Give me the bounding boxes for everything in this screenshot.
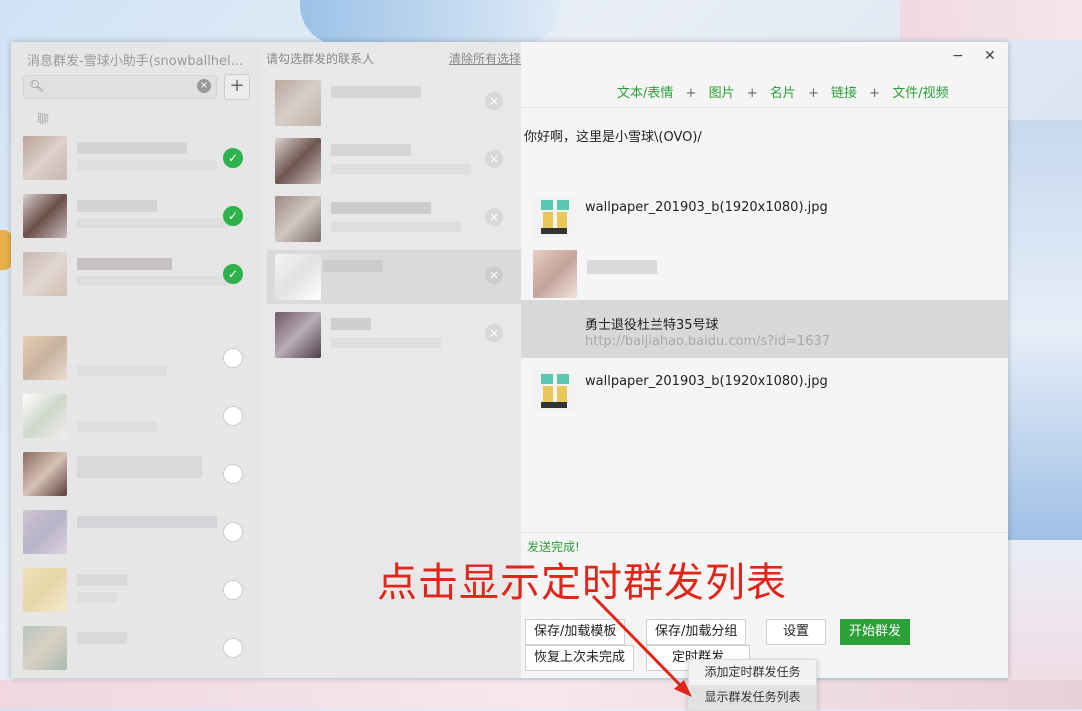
annotation-arrow: [591, 594, 692, 697]
